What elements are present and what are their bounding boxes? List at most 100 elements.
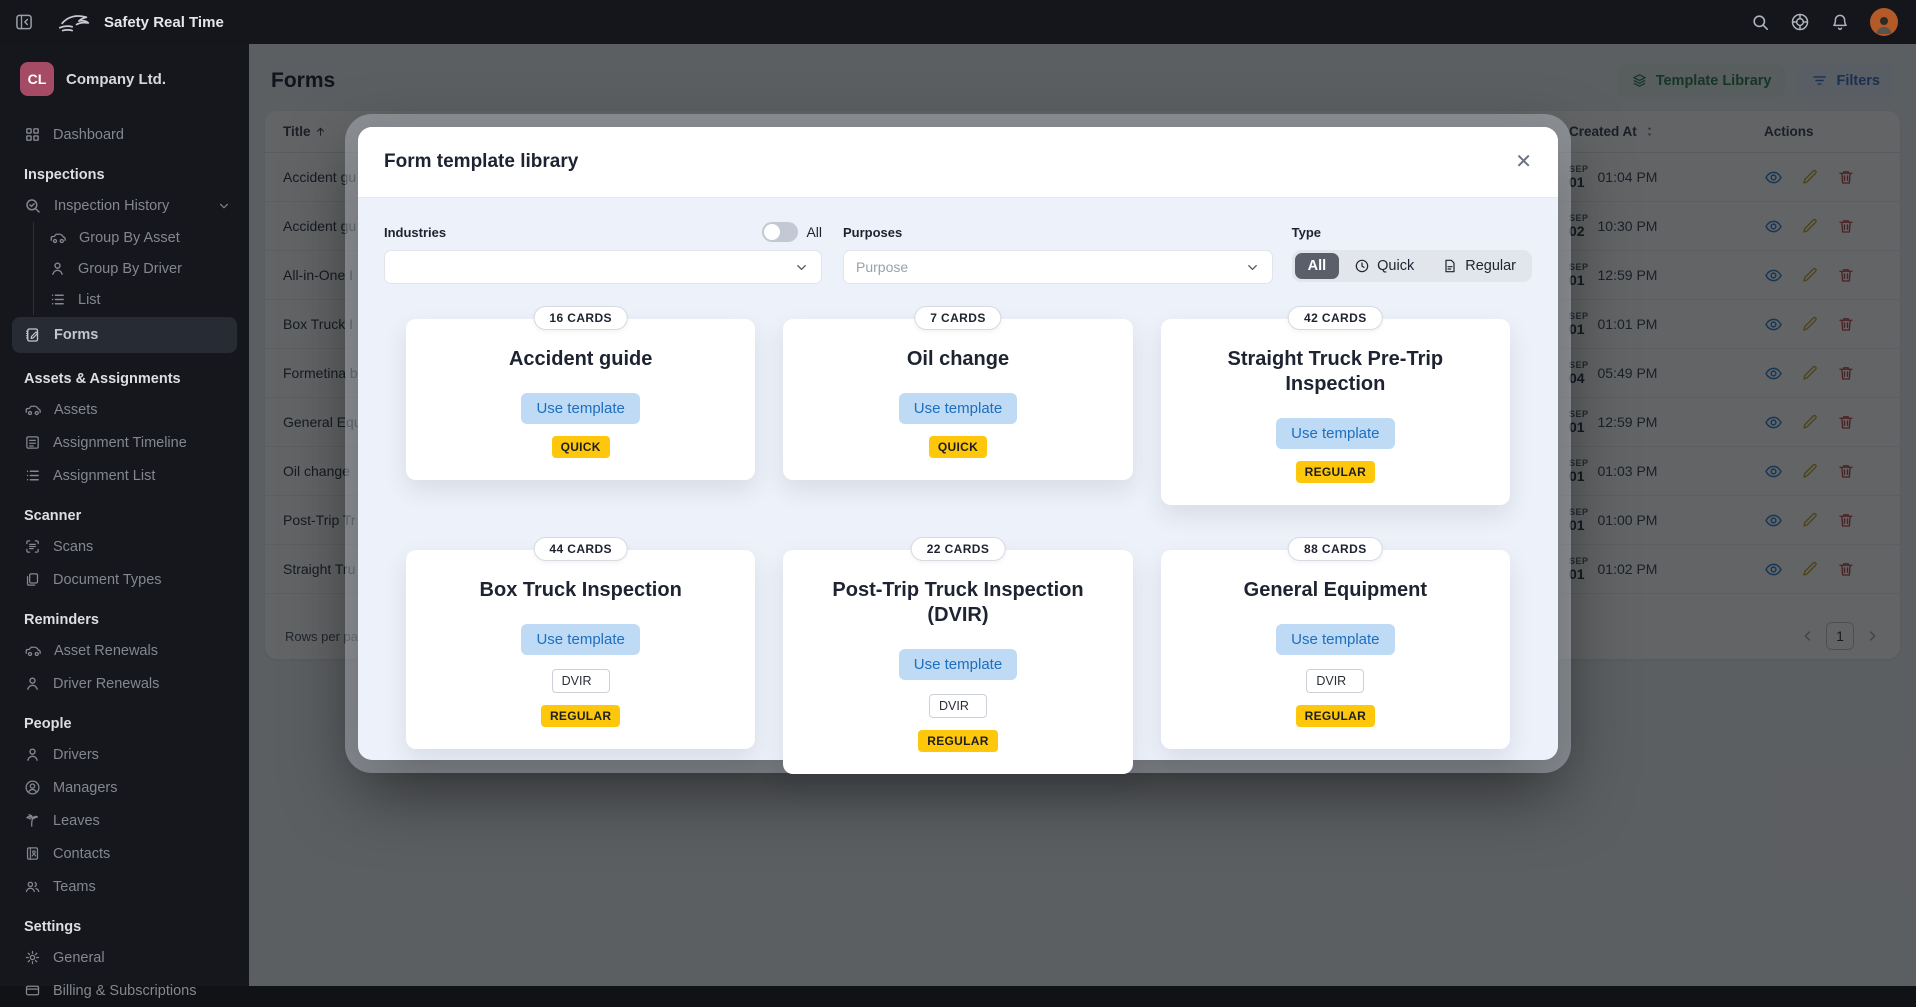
sidebar-item-leaves[interactable]: Leaves: [0, 804, 249, 837]
template-card: 22 CARDS Post-Trip Truck Inspection (DVI…: [783, 550, 1132, 774]
type-segmented-control: All Quick Regular: [1292, 250, 1532, 282]
app-logo-icon: [56, 10, 94, 34]
list-icon: [24, 467, 41, 484]
vehicle-icon: [24, 401, 42, 419]
sidebar-item-label: General: [53, 950, 105, 966]
card-count-badge: 88 CARDS: [1288, 537, 1383, 561]
sidebar-item-billing[interactable]: Billing & Subscriptions: [0, 974, 249, 1007]
sidebar-item-list[interactable]: List: [34, 284, 249, 315]
copies-icon: [24, 571, 41, 588]
sidebar-item-label: Assignment Timeline: [53, 435, 187, 451]
sidebar-item-group-by-asset[interactable]: Group By Asset: [34, 222, 249, 253]
card-count-badge: 44 CARDS: [533, 537, 628, 561]
sidebar-item-label: Asset Renewals: [54, 643, 158, 659]
sidebar-item-assignment-list[interactable]: Assignment List: [0, 459, 249, 492]
template-card: 7 CARDS Oil change Use template QUICK: [783, 319, 1132, 480]
purpose-tag: DVIR: [1306, 669, 1364, 693]
sidebar-item-label: Scans: [53, 539, 93, 555]
sidebar-item-label: Inspection History: [54, 198, 169, 214]
user-avatar[interactable]: [1870, 8, 1898, 36]
sidebar-item-asset-renewals[interactable]: Asset Renewals: [0, 634, 249, 667]
company-switcher[interactable]: CL Company Ltd.: [0, 62, 249, 102]
template-title: Straight Truck Pre-Trip Inspection: [1185, 347, 1485, 397]
card-count-badge: 16 CARDS: [533, 306, 628, 330]
use-template-button[interactable]: Use template: [1276, 624, 1394, 655]
card-count-badge: 7 CARDS: [914, 306, 1001, 330]
sidebar-item-forms[interactable]: Forms: [12, 317, 237, 353]
purpose-tag: DVIR: [929, 694, 987, 718]
sidebar-section-scanner: Scanner: [0, 492, 249, 530]
notifications-bell-icon[interactable]: [1830, 12, 1850, 32]
company-name: Company Ltd.: [66, 71, 166, 88]
chevron-down-icon: [1245, 260, 1260, 275]
sidebar-item-label: List: [78, 292, 101, 308]
sidebar-item-assignment-timeline[interactable]: Assignment Timeline: [0, 426, 249, 459]
sidebar-item-label: Leaves: [53, 813, 100, 829]
type-option-all[interactable]: All: [1295, 253, 1340, 279]
sidebar-item-teams[interactable]: Teams: [0, 870, 249, 903]
topbar: Safety Real Time: [0, 0, 1916, 44]
template-title: Post-Trip Truck Inspection (DVIR): [808, 578, 1108, 628]
use-template-button[interactable]: Use template: [899, 393, 1017, 424]
sidebar-section-assets-assignments: Assets & Assignments: [0, 355, 249, 393]
sidebar-item-dashboard[interactable]: Dashboard: [0, 118, 249, 151]
app-name: Safety Real Time: [104, 14, 224, 31]
contact-book-icon: [24, 845, 41, 862]
sidebar-item-drivers[interactable]: Drivers: [0, 738, 249, 771]
card-count-badge: 22 CARDS: [911, 537, 1006, 561]
sidebar-item-group-by-driver[interactable]: Group By Driver: [34, 253, 249, 284]
sidebar-item-label: Driver Renewals: [53, 676, 159, 692]
sidebar-item-label: Dashboard: [53, 127, 124, 143]
type-option-regular[interactable]: Regular: [1429, 253, 1529, 279]
sidebar-item-label: Assets: [54, 402, 98, 418]
sidebar-item-inspection-history[interactable]: Inspection History: [0, 189, 249, 222]
template-type-badge: REGULAR: [541, 705, 620, 727]
chevron-down-icon: [217, 199, 231, 213]
template-title: Oil change: [907, 347, 1009, 372]
template-type-badge: REGULAR: [1296, 705, 1375, 727]
use-template-button[interactable]: Use template: [521, 393, 639, 424]
template-title: Accident guide: [509, 347, 652, 372]
sidebar-item-document-types[interactable]: Document Types: [0, 563, 249, 596]
file-icon: [1442, 258, 1458, 274]
sidebar-section-settings: Settings: [0, 903, 249, 941]
forms-icon: [24, 326, 42, 344]
sidebar-item-label: Drivers: [53, 747, 99, 763]
help-lifebuoy-icon[interactable]: [1790, 12, 1810, 32]
industries-all-label: All: [806, 224, 822, 240]
sidebar-item-label: Assignment List: [53, 468, 155, 484]
sidebar-section-reminders: Reminders: [0, 596, 249, 634]
industries-all-toggle[interactable]: [762, 222, 798, 242]
sidebar-item-general[interactable]: General: [0, 941, 249, 974]
sidebar: CL Company Ltd. Dashboard Inspections In…: [0, 44, 249, 986]
people-icon: [24, 878, 41, 895]
company-badge: CL: [20, 62, 54, 96]
type-label: Type: [1292, 225, 1321, 240]
template-type-badge: QUICK: [929, 436, 987, 458]
use-template-button[interactable]: Use template: [1276, 418, 1394, 449]
sidebar-item-assets[interactable]: Assets: [0, 393, 249, 426]
industries-select[interactable]: [384, 250, 822, 284]
sidebar-item-label: Forms: [54, 327, 98, 343]
sidebar-item-scans[interactable]: Scans: [0, 530, 249, 563]
person-icon: [49, 260, 66, 277]
use-template-button[interactable]: Use template: [899, 649, 1017, 680]
use-template-button[interactable]: Use template: [521, 624, 639, 655]
form-template-library-modal: Form template library ✕ Industries All: [358, 127, 1558, 760]
sidebar-item-label: Document Types: [53, 572, 162, 588]
vehicle-icon: [24, 642, 42, 660]
template-card: 88 CARDS General Equipment Use template …: [1161, 550, 1510, 749]
template-title: Box Truck Inspection: [480, 578, 682, 603]
sidebar-collapse-icon[interactable]: [14, 12, 34, 32]
sidebar-item-contacts[interactable]: Contacts: [0, 837, 249, 870]
template-type-badge: QUICK: [552, 436, 610, 458]
purpose-tag: DVIR: [552, 669, 610, 693]
sidebar-item-managers[interactable]: Managers: [0, 771, 249, 804]
dashboard-icon: [24, 126, 41, 143]
purposes-select[interactable]: Purpose: [843, 250, 1273, 284]
sidebar-item-label: Billing & Subscriptions: [53, 983, 196, 999]
close-icon[interactable]: ✕: [1515, 152, 1532, 172]
search-icon[interactable]: [1751, 13, 1770, 32]
sidebar-item-driver-renewals[interactable]: Driver Renewals: [0, 667, 249, 700]
type-option-quick[interactable]: Quick: [1341, 253, 1427, 279]
